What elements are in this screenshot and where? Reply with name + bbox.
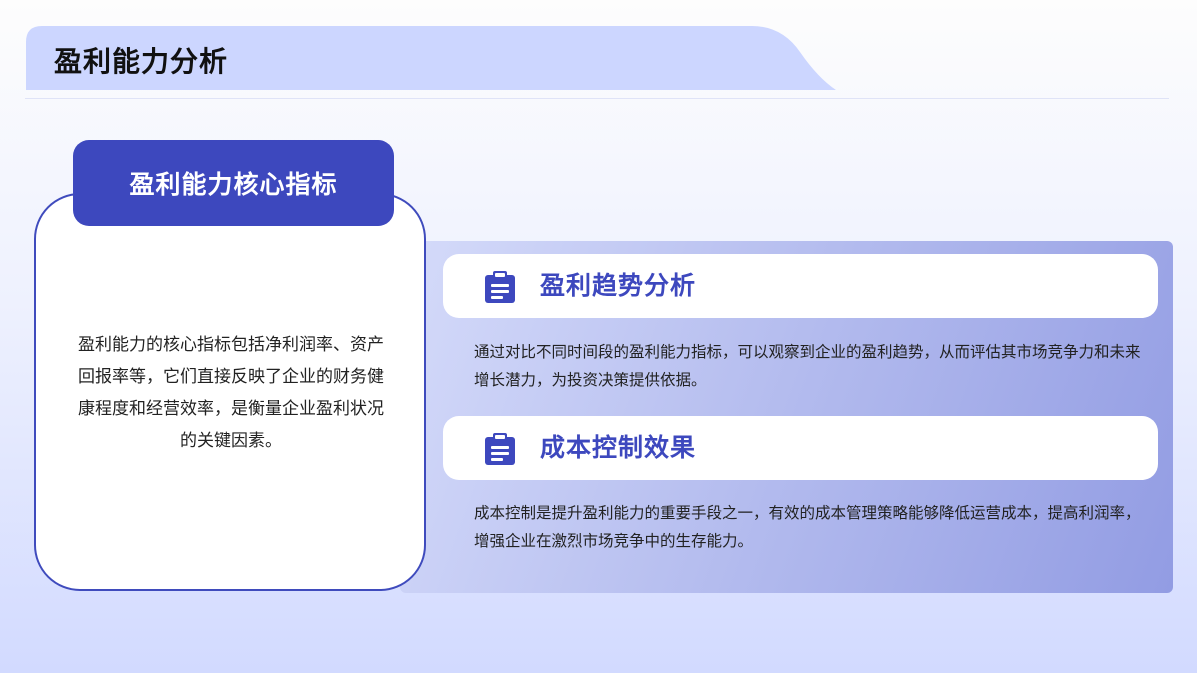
title-divider	[25, 98, 1169, 99]
section-header-profit-trend: 盈利趋势分析	[443, 254, 1158, 318]
section-body-profit-trend: 通过对比不同时间段的盈利能力指标，可以观察到企业的盈利趋势，从而评估其市场竞争力…	[474, 343, 1141, 389]
clipboard-icon	[485, 271, 515, 303]
section-body-cost-control: 成本控制是提升盈利能力的重要手段之一，有效的成本管理策略能够降低运营成本，提高利…	[474, 504, 1141, 550]
clipboard-icon	[485, 433, 515, 465]
core-metrics-description: 盈利能力的核心指标包括净利润率、资产回报率等，它们直接反映了企业的财务健康程度和…	[78, 335, 384, 451]
core-metrics-tab-label: 盈利能力核心指标	[129, 170, 338, 199]
title-bar: 盈利能力分析	[0, 0, 1197, 100]
section-title-cost-control: 成本控制效果	[540, 433, 697, 462]
section-header-cost-control: 成本控制效果	[443, 416, 1158, 480]
core-metrics-tab: 盈利能力核心指标	[73, 140, 394, 226]
section-title-profit-trend: 盈利趋势分析	[540, 271, 697, 300]
page-title: 盈利能力分析	[54, 45, 229, 78]
